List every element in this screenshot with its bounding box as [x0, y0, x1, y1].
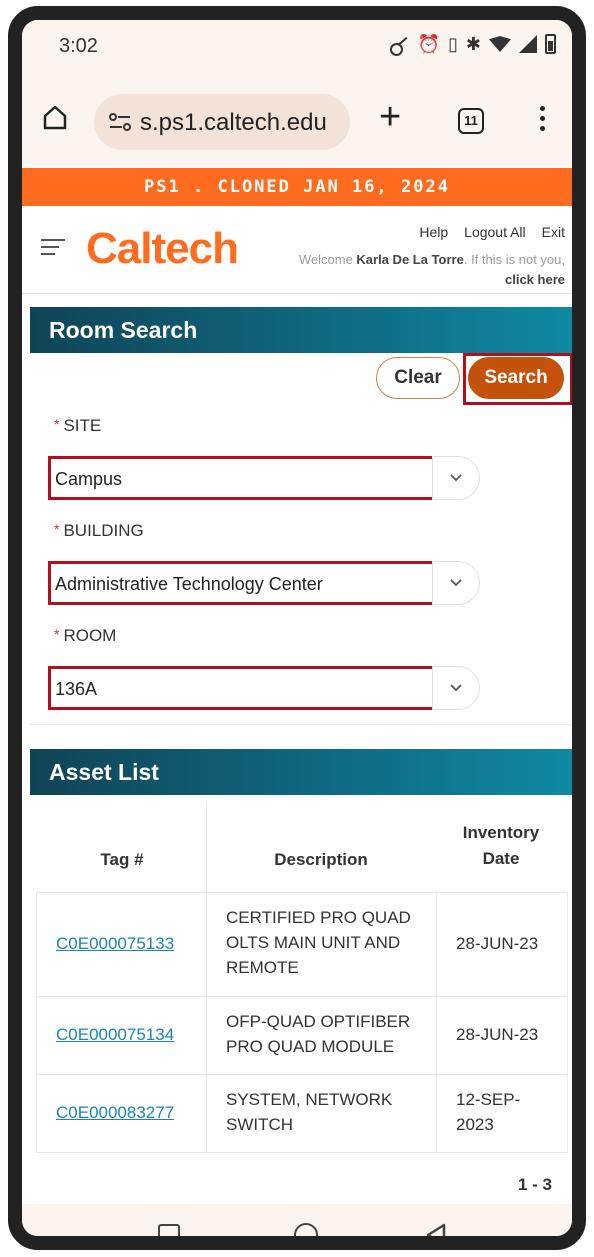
exit-link[interactable]: Exit [542, 224, 565, 240]
help-link[interactable]: Help [419, 224, 448, 240]
device-frame: 3:02 ⏰ ▯ ✱ s.ps1.caltech.edu + 11 PS1 . … [0, 0, 594, 1257]
logout-all-link[interactable]: Logout All [464, 224, 526, 240]
url-text: s.ps1.caltech.edu [140, 109, 327, 136]
table-divider [36, 892, 568, 893]
header-links: Help Logout All Exit [419, 224, 565, 240]
asset-tag-link[interactable]: C0E000075133 [56, 931, 174, 956]
home-icon[interactable] [42, 104, 68, 130]
phone-screen: 3:02 ⏰ ▯ ✱ s.ps1.caltech.edu + 11 PS1 . … [22, 20, 572, 1236]
site-label: * SITE [54, 416, 101, 436]
site-settings-icon[interactable] [108, 112, 132, 132]
alarm-icon: ⏰ [417, 34, 440, 54]
search-highlight-box [463, 353, 572, 405]
welcome-message: Welcome Karla De La Torre. If this is no… [275, 250, 565, 290]
caltech-logo[interactable]: Caltech [86, 224, 239, 274]
column-header-inventory-date: Inventory Date [462, 823, 540, 868]
status-time: 3:02 [59, 35, 98, 57]
status-bar: 3:02 ⏰ ▯ ✱ [22, 20, 572, 72]
browser-toolbar: s.ps1.caltech.edu + 11 [22, 72, 572, 166]
required-mark: * [54, 521, 60, 537]
bluetooth-icon: ✱ [465, 34, 481, 54]
site-header: Caltech Help Logout All Exit Welcome Kar… [22, 206, 572, 294]
overflow-menu-icon[interactable] [540, 106, 546, 136]
clone-banner: PS1 . CLONED JAN 16, 2024 [22, 168, 572, 206]
building-dropdown-toggle[interactable] [432, 561, 480, 605]
table-divider [206, 802, 207, 1152]
building-select[interactable]: Administrative Technology Center [48, 561, 454, 605]
asset-tag-link[interactable]: C0E000083277 [56, 1100, 174, 1125]
back-icon[interactable] [424, 1222, 448, 1248]
asset-inventory-date: 28-JUN-23 [456, 1025, 539, 1044]
column-header-description: Description [274, 850, 368, 869]
required-mark: * [54, 416, 60, 432]
welcome-prefix: Welcome [298, 252, 357, 267]
room-select[interactable]: 136A [48, 666, 454, 710]
tab-switcher-button[interactable]: 11 [458, 108, 484, 134]
clear-button[interactable]: Clear [376, 357, 460, 399]
column-header-tag: Tag # [100, 850, 144, 869]
phone-bezel: 3:02 ⏰ ▯ ✱ s.ps1.caltech.edu + 11 PS1 . … [8, 6, 586, 1250]
pagination-info: 1 - 3 [517, 1175, 552, 1194]
room-label-text: ROOM [63, 626, 117, 645]
site-value: Campus [55, 469, 123, 489]
chevron-down-icon [450, 579, 462, 587]
key-icon [388, 33, 410, 56]
site-label-text: SITE [63, 416, 102, 435]
battery-icon [545, 34, 556, 54]
vibrate-icon: ▯ [448, 34, 458, 54]
room-search-header: Room Search [30, 307, 572, 353]
room-dropdown-toggle[interactable] [432, 666, 480, 710]
hamburger-menu-icon[interactable] [41, 239, 65, 257]
building-value: Administrative Technology Center [55, 574, 323, 594]
room-value: 136A [55, 679, 98, 699]
table-divider [36, 892, 37, 1152]
signal-icon [519, 35, 537, 53]
asset-tag-link[interactable]: C0E000075134 [56, 1022, 174, 1047]
room-label: * ROOM [54, 626, 116, 646]
required-mark: * [54, 626, 60, 642]
url-bar[interactable]: s.ps1.caltech.edu [94, 94, 350, 150]
table-divider [36, 996, 568, 997]
table-divider [567, 892, 568, 1152]
table-divider [436, 892, 437, 1152]
asset-description: CERTIFIED PRO QUAD OLTS MAIN UNIT AND RE… [226, 908, 411, 977]
asset-description: OFP-QUAD OPTIFIBER PRO QUAD MODULE [226, 1012, 411, 1056]
section-divider [30, 724, 572, 725]
click-here-link[interactable]: click here [505, 272, 565, 287]
site-dropdown-toggle[interactable] [432, 456, 480, 500]
asset-list-header: Asset List [30, 749, 572, 795]
chevron-down-icon [450, 684, 462, 692]
wifi-icon [489, 36, 511, 52]
chevron-down-icon [450, 474, 462, 482]
building-label-text: BUILDING [63, 521, 144, 540]
status-icons: ⏰ ▯ ✱ [388, 33, 556, 56]
table-divider [36, 1074, 568, 1075]
welcome-mid: . If this is not you, [463, 252, 565, 267]
new-tab-button[interactable]: + [379, 98, 401, 136]
asset-inventory-date: 28-JUN-23 [456, 934, 539, 953]
home-button[interactable] [294, 1223, 318, 1236]
building-label: * BUILDING [54, 521, 144, 541]
asset-description: SYSTEM, NETWORK SWITCH [226, 1090, 393, 1134]
table-divider [36, 1152, 568, 1153]
android-nav-bar [22, 1204, 572, 1248]
recents-button[interactable] [158, 1224, 180, 1236]
user-name: Karla De La Torre [356, 252, 464, 267]
asset-inventory-date: 12-SEP-2023 [456, 1090, 521, 1134]
site-select[interactable]: Campus [48, 456, 454, 500]
